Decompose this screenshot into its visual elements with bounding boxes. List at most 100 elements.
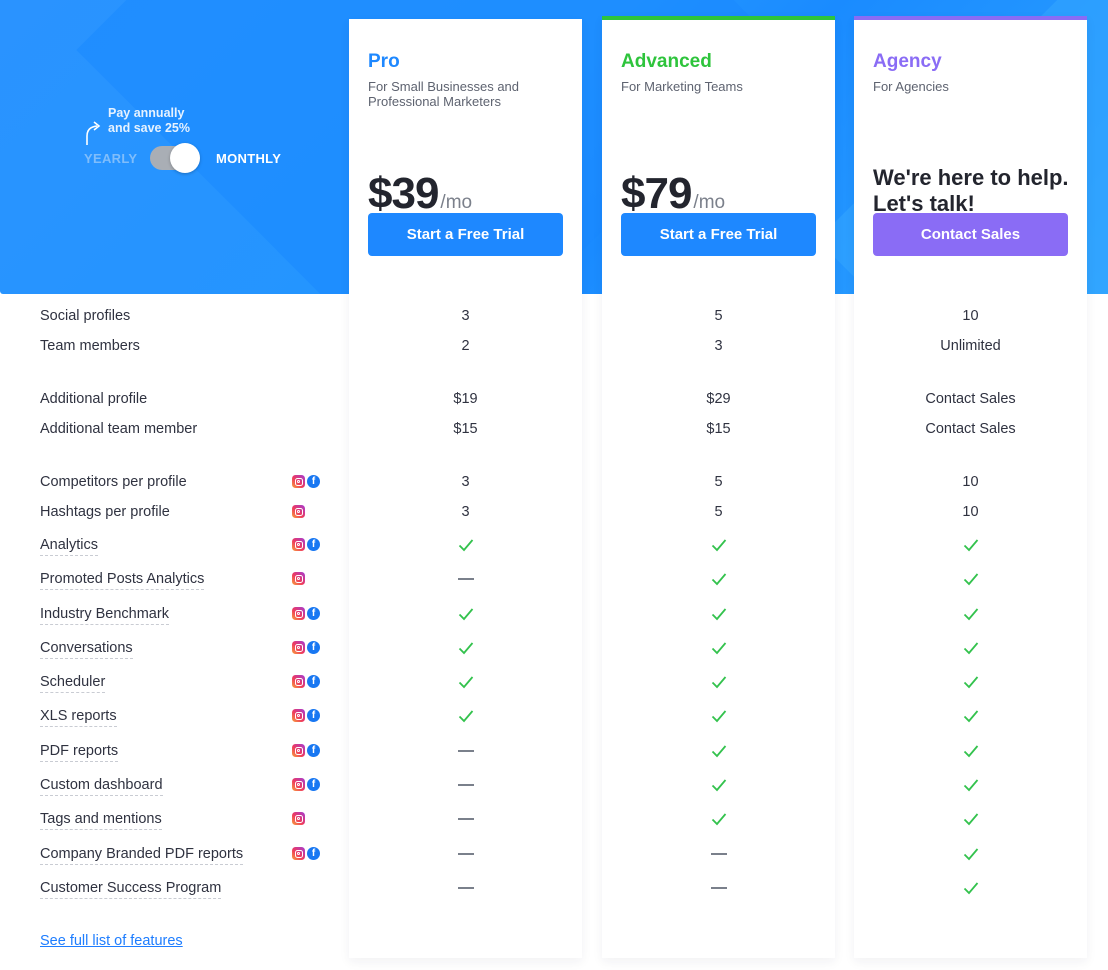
instagram-icon	[292, 744, 305, 757]
feature-row: Competitors per profile f 3 5 10	[0, 472, 1108, 496]
platform-icons	[292, 572, 305, 585]
platform-icons: f	[292, 744, 320, 757]
feature-label[interactable]: Industry Benchmark	[40, 604, 169, 625]
feature-label[interactable]: Conversations	[40, 638, 133, 659]
check-icon	[854, 878, 1087, 898]
check-icon	[711, 539, 726, 552]
feature-value: 10	[962, 474, 979, 490]
check-icon	[854, 569, 1087, 589]
feature-value: 5	[714, 504, 723, 520]
price-amount: $79	[621, 169, 692, 218]
check-icon	[602, 604, 835, 624]
see-full-features-link[interactable]: See full list of features	[40, 933, 183, 949]
check-icon	[963, 608, 978, 621]
check-icon	[963, 848, 978, 861]
feature-value: 3	[461, 504, 470, 520]
feature-label[interactable]: Company Branded PDF reports	[40, 844, 244, 865]
check-icon	[963, 779, 978, 792]
instagram-icon	[292, 505, 305, 518]
facebook-icon: f	[307, 709, 320, 722]
instagram-icon	[292, 675, 305, 688]
feature-label[interactable]: Customer Success Program	[40, 878, 222, 899]
facebook-icon: f	[307, 475, 320, 488]
check-icon	[711, 710, 726, 723]
check-icon	[854, 535, 1087, 555]
platform-icons: f	[292, 709, 320, 722]
dash-icon	[710, 853, 727, 856]
facebook-icon: f	[307, 538, 320, 551]
check-icon	[854, 809, 1087, 829]
plan-price: $39 /mo	[368, 169, 472, 219]
facebook-icon: f	[307, 607, 320, 620]
annual-savings-note: Pay annually and save 25%	[108, 106, 190, 136]
feature-label[interactable]: PDF reports	[40, 741, 119, 762]
facebook-icon: f	[307, 675, 320, 688]
not-included-dash	[349, 775, 582, 795]
feature-value: 5	[714, 308, 723, 324]
feature-row: Additional profile $19 $29 Contact Sales	[0, 389, 1108, 413]
dash-icon	[457, 853, 474, 856]
check-icon	[854, 638, 1087, 658]
check-icon	[963, 642, 978, 655]
feature-label[interactable]: Analytics	[40, 535, 99, 556]
feature-label[interactable]: Tags and mentions	[40, 809, 162, 830]
check-icon	[602, 672, 835, 692]
check-icon	[458, 539, 473, 552]
yearly-option[interactable]: YEARLY	[84, 151, 137, 166]
instagram-icon	[292, 607, 305, 620]
check-icon	[711, 608, 726, 621]
check-icon	[854, 672, 1087, 692]
check-icon	[458, 676, 473, 689]
feature-label[interactable]: Promoted Posts Analytics	[40, 569, 205, 590]
check-icon	[349, 604, 582, 624]
price-amount: $39	[368, 169, 439, 218]
feature-row: Social profiles 3 5 10	[0, 306, 1108, 330]
check-icon	[711, 573, 726, 586]
plan-subtitle: For Marketing Teams	[621, 79, 743, 94]
plan-name: Advanced	[621, 51, 712, 72]
feature-value: 3	[714, 338, 723, 354]
facebook-icon: f	[307, 778, 320, 791]
start-free-trial-button[interactable]: Start a Free Trial	[621, 213, 816, 256]
dash-icon	[457, 578, 474, 581]
feature-value: 2	[461, 338, 470, 354]
instagram-icon	[292, 641, 305, 654]
not-included-dash	[602, 844, 835, 864]
feature-row: Company Branded PDF reports f	[0, 844, 1108, 868]
contact-sales-button[interactable]: Contact Sales	[873, 213, 1068, 256]
plan-name: Agency	[873, 51, 942, 72]
check-icon	[854, 844, 1087, 864]
plan-subtitle: For Small Businesses and Professional Ma…	[368, 79, 520, 109]
check-icon	[963, 710, 978, 723]
billing-period-switch[interactable]	[150, 143, 200, 173]
dash-icon	[457, 784, 474, 787]
check-icon	[349, 706, 582, 726]
feature-label[interactable]: XLS reports	[40, 706, 117, 727]
feature-row: Custom dashboard f	[0, 775, 1108, 799]
check-icon	[963, 676, 978, 689]
feature-value: Contact Sales	[925, 391, 1016, 407]
feature-label: Additional team member	[40, 421, 198, 437]
facebook-icon: f	[307, 847, 320, 860]
monthly-option[interactable]: MONTHLY	[216, 151, 281, 166]
check-icon	[602, 741, 835, 761]
feature-row: Team members 2 3 Unlimited	[0, 336, 1108, 360]
feature-row: Scheduler f	[0, 672, 1108, 696]
agency-pitch: We're here to help. Let's talk!	[873, 165, 1069, 216]
feature-row: Tags and mentions	[0, 809, 1108, 833]
check-icon	[963, 539, 978, 552]
curved-arrow-icon	[86, 121, 101, 145]
check-icon	[711, 779, 726, 792]
platform-icons: f	[292, 641, 320, 654]
check-icon	[711, 813, 726, 826]
feature-label[interactable]: Scheduler	[40, 672, 106, 693]
check-icon	[711, 676, 726, 689]
feature-value: 3	[461, 308, 470, 324]
start-free-trial-button[interactable]: Start a Free Trial	[368, 213, 563, 256]
dash-icon	[457, 750, 474, 753]
platform-icons: f	[292, 675, 320, 688]
check-icon	[711, 642, 726, 655]
feature-value: 10	[962, 504, 979, 520]
check-icon	[854, 706, 1087, 726]
feature-label[interactable]: Custom dashboard	[40, 775, 163, 796]
